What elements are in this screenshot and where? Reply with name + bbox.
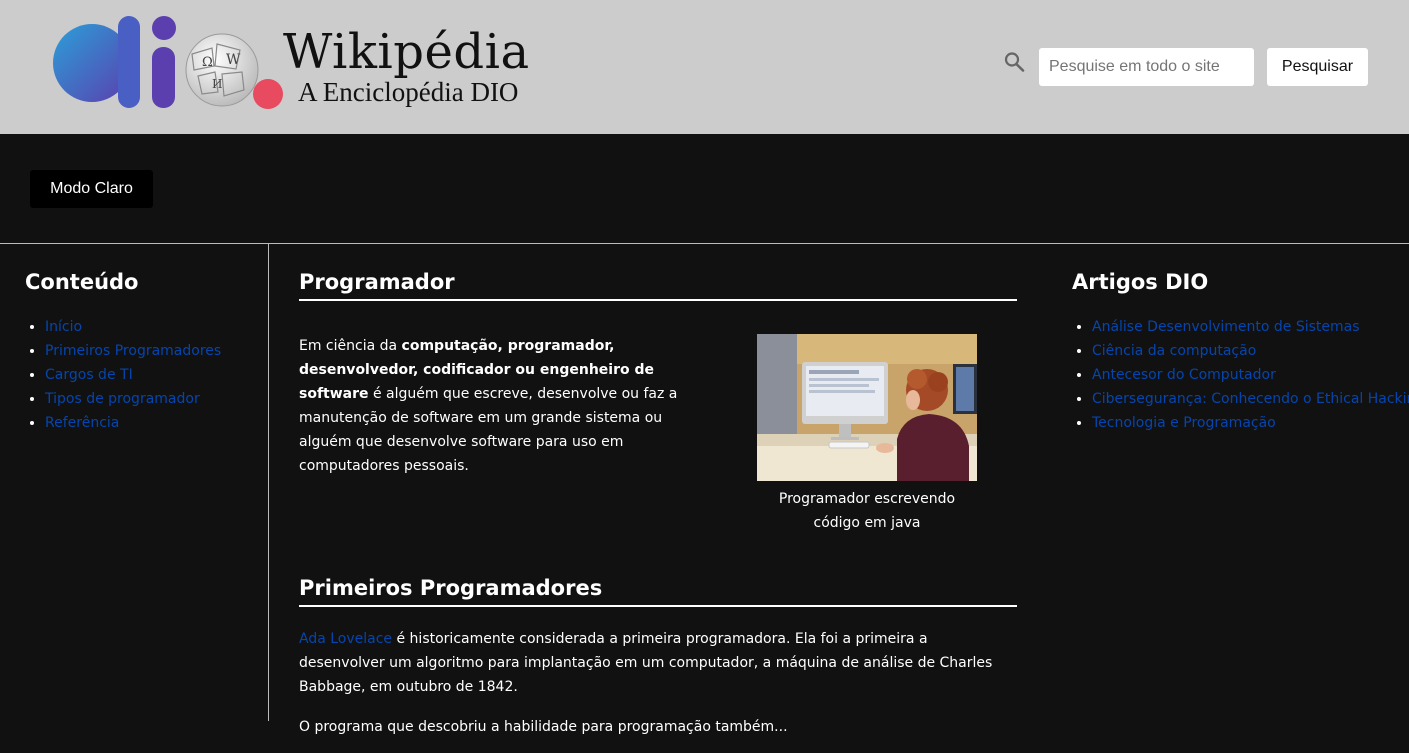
artigo-link-ciberseguranca[interactable]: Cibersegurança: Conhecendo o Ethical Hac… <box>1092 391 1409 407</box>
brand-subtitle: A Enciclopédia DIO <box>298 77 519 107</box>
next-paragraph: O programa que descobriu a habilidade pa… <box>299 719 788 735</box>
sidebar-link-tipos-de-programador[interactable]: Tipos de programador <box>45 391 200 407</box>
list-item: Ciência da computação <box>1092 339 1409 363</box>
figure-caption: Programador escrevendo código em java <box>778 491 956 531</box>
svg-text:И: И <box>212 77 222 91</box>
site-header: Ω W И Wikipédia A Enciclopédia DIO Pesqu… <box>0 0 1409 134</box>
sidebar-divider <box>268 244 269 721</box>
sidebar-link-referencia[interactable]: Referência <box>45 415 119 431</box>
intro-paragraph: Em ciência da computação, programador, d… <box>299 334 711 478</box>
dio-logo[interactable]: Ω W И <box>52 14 292 114</box>
ada-lovelace-link[interactable]: Ada Lovelace <box>299 631 392 647</box>
list-item: Cibersegurança: Conhecendo o Ethical Hac… <box>1092 387 1409 411</box>
artigo-link-ciencia[interactable]: Ciência da computação <box>1092 343 1256 359</box>
ada-paragraph-text: é historicamente considerada a primeira … <box>299 631 993 695</box>
sidebar-title: Conteúdo <box>25 270 139 294</box>
header-divider <box>0 243 1409 244</box>
artigo-link-analise[interactable]: Análise Desenvolvimento de Sistemas <box>1092 319 1360 335</box>
list-item: Antecesor do Computador <box>1092 363 1409 387</box>
list-item: Referência <box>45 411 260 435</box>
sidebar-link-cargos-de-ti[interactable]: Cargos de TI <box>45 367 133 383</box>
list-item: Tecnologia e Programação <box>1092 411 1409 435</box>
svg-text:Ω: Ω <box>202 55 213 70</box>
artigo-link-tecnologia[interactable]: Tecnologia e Programação <box>1092 415 1276 431</box>
list-item: Análise Desenvolvimento de Sistemas <box>1092 315 1409 339</box>
list-item: Cargos de TI <box>45 363 260 387</box>
search-button[interactable]: Pesquisar <box>1267 48 1368 86</box>
list-item: Início <box>45 315 260 339</box>
programmer-photo <box>757 334 977 481</box>
section-title-programador: Programador <box>299 268 1017 301</box>
artigos-title: Artigos DIO <box>1072 270 1209 294</box>
ada-paragraph: Ada Lovelace é historicamente considerad… <box>299 627 1017 699</box>
artigos-sidebar: Artigos DIO Análise Desenvolvimento de S… <box>1072 268 1409 435</box>
artigos-list: Análise Desenvolvimento de Sistemas Ciên… <box>1072 315 1409 435</box>
section-primeiros-programadores: Primeiros Programadores Ada Lovelace é h… <box>299 574 1017 753</box>
sidebar-link-primeiros-programadores[interactable]: Primeiros Programadores <box>45 343 221 359</box>
search-icon <box>1004 52 1025 72</box>
article-content: Programador Em ciência da computação, pr… <box>299 268 1017 735</box>
search-input[interactable] <box>1039 48 1254 86</box>
list-item: Tipos de programador <box>45 387 260 411</box>
theme-toggle-button[interactable]: Modo Claro <box>30 170 153 208</box>
artigo-link-antecesor[interactable]: Antecesor do Computador <box>1092 367 1276 383</box>
programmer-figure: Programador escrevendo código em java <box>757 334 977 535</box>
intro-prefix: Em ciência da <box>299 338 402 354</box>
contents-list: Início Primeiros Programadores Cargos de… <box>25 315 260 435</box>
svg-text:W: W <box>226 52 241 68</box>
brand-title: Wikipédia <box>283 24 530 80</box>
list-item: Primeiros Programadores <box>45 339 260 363</box>
section-title-primeiros-programadores: Primeiros Programadores <box>299 574 1017 607</box>
sidebar-link-inicio[interactable]: Início <box>45 319 82 335</box>
contents-sidebar: Conteúdo Início Primeiros Programadores … <box>25 268 260 435</box>
